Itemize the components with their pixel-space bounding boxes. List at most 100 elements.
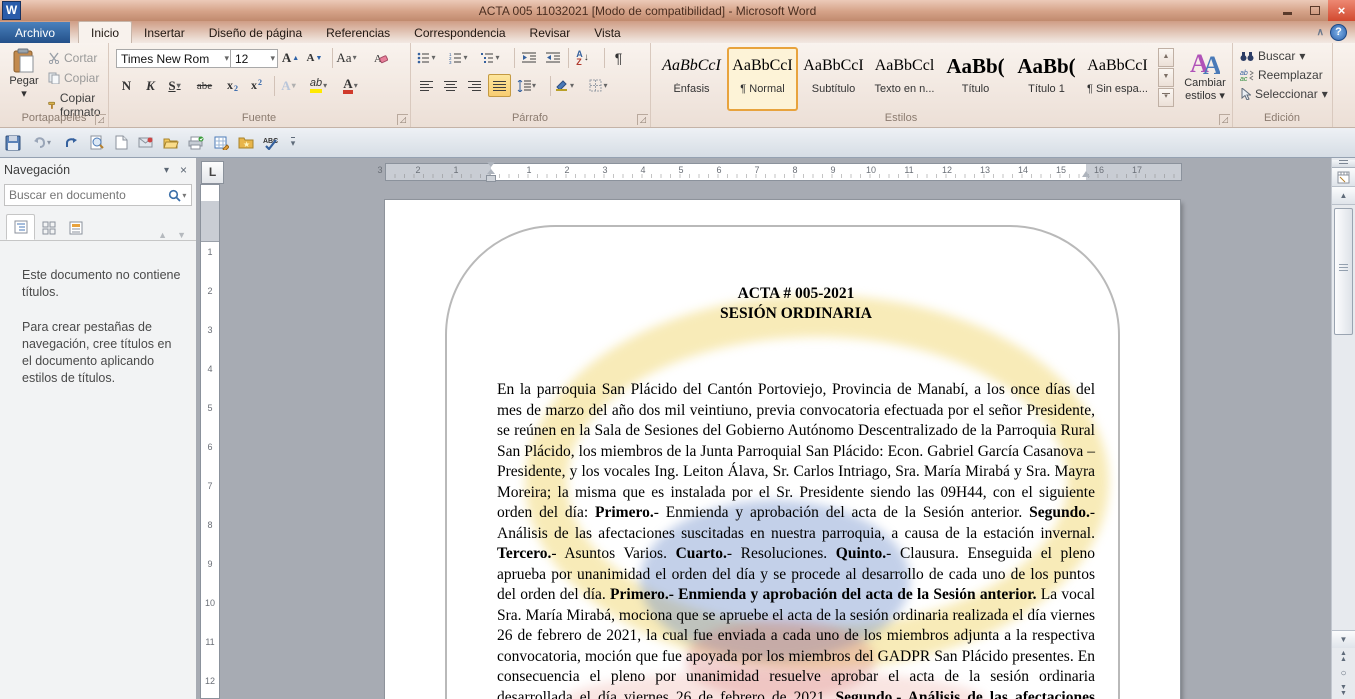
style-chip-título[interactable]: AaBb(Título [940, 47, 1011, 109]
grow-font-button[interactable]: A▲ [280, 47, 301, 68]
highlight-color-button[interactable]: ab▾ [308, 75, 329, 96]
multilevel-list-button[interactable]: ▾ [480, 47, 501, 68]
folder-options-button[interactable]: ★ [235, 132, 257, 154]
nav-tab-results[interactable] [62, 216, 89, 240]
sort-button[interactable]: AZ↓ [572, 47, 593, 68]
style-chip-énfasis[interactable]: AaBbCcIÉnfasis [656, 47, 727, 109]
fuente-dialog-launcher[interactable]: ◿ [397, 114, 408, 125]
cut-button[interactable]: Cortar [48, 51, 97, 65]
split-window-handle[interactable] [1332, 160, 1355, 168]
italic-button[interactable]: K [140, 75, 161, 96]
mail-attachment-button[interactable] [135, 132, 157, 154]
align-left-button[interactable] [416, 75, 437, 96]
style-chip-texto-en-n-[interactable]: AaBbCclTexto en n... [869, 47, 940, 109]
strikethrough-button[interactable]: abe [194, 75, 215, 96]
search-icon[interactable] [168, 189, 182, 202]
change-case-button[interactable]: Aa▾ [336, 47, 357, 68]
document-text[interactable]: ACTA # 005-2021 SESIÓN ORDINARIA En la p… [497, 284, 1095, 699]
nav-tab-pages[interactable] [35, 216, 62, 240]
new-document-button[interactable] [110, 132, 132, 154]
line-spacing-button[interactable]: ▾ [516, 75, 537, 96]
minimize-button[interactable] [1274, 0, 1301, 21]
horizontal-ruler[interactable]: 3211234567891011121314151617 [222, 161, 1332, 183]
borders-button[interactable]: ▾ [588, 75, 609, 96]
previous-page-button[interactable]: ▲▲ [1332, 648, 1355, 665]
replace-button[interactable]: abac Reemplazar [1240, 68, 1323, 82]
subscript-button[interactable]: x2 [222, 75, 243, 96]
font-size-combo[interactable]: 12▾ [230, 49, 278, 68]
style-chip--normal[interactable]: AaBbCcI¶ Normal [727, 47, 798, 111]
toolbar-more-button[interactable]: ▾ [285, 132, 301, 154]
help-icon[interactable]: ? [1330, 24, 1347, 41]
numbering-button[interactable]: 123▾ [448, 47, 469, 68]
scroll-up-icon[interactable]: ▲ [1332, 187, 1355, 205]
redo-button[interactable] [60, 132, 82, 154]
print-preview-button[interactable] [85, 132, 107, 154]
paste-button[interactable]: Pegar▾ [2, 46, 46, 100]
open-button[interactable] [160, 132, 182, 154]
close-button[interactable]: × [1328, 0, 1355, 21]
next-page-button[interactable]: ▼▼ [1332, 682, 1355, 699]
text-effects-button[interactable]: A▾ [278, 75, 299, 96]
nav-prev-icon[interactable]: ▲ [158, 230, 167, 240]
parrafo-dialog-launcher[interactable]: ◿ [637, 114, 648, 125]
tab-stop-selector[interactable]: L [201, 161, 224, 184]
show-paragraph-marks-button[interactable]: ¶ [608, 47, 629, 68]
clear-formatting-button[interactable]: A [370, 47, 391, 68]
change-styles-button[interactable]: A A Cambiarestilos ▾ [1180, 46, 1230, 102]
bold-button[interactable]: N [116, 75, 137, 96]
decrease-indent-button[interactable] [518, 47, 539, 68]
right-indent-marker[interactable] [1082, 171, 1090, 177]
minimize-ribbon-icon[interactable]: ∧ [1317, 27, 1324, 38]
nav-tab-headings[interactable] [6, 214, 35, 240]
align-right-button[interactable] [464, 75, 485, 96]
nav-pane-close-icon[interactable]: × [175, 163, 192, 177]
portapapeles-dialog-launcher[interactable]: ◿ [95, 114, 106, 125]
estilos-dialog-launcher[interactable]: ◿ [1219, 114, 1230, 125]
search-options-dropdown-icon[interactable]: ▾ [182, 191, 191, 200]
document-page[interactable]: ACTA # 005-2021 SESIÓN ORDINARIA En la p… [385, 200, 1180, 699]
styles-gallery-expand-icon[interactable]: ▾ [1158, 88, 1174, 107]
scrollbar-thumb[interactable] [1334, 208, 1353, 335]
font-color-button[interactable]: A▾ [340, 75, 361, 96]
tab-revisar[interactable]: Revisar [518, 22, 583, 43]
nav-pane-menu-icon[interactable]: ▾ [158, 165, 175, 176]
underline-button[interactable]: S▾ [164, 75, 185, 96]
tab-archivo[interactable]: Archivo [0, 22, 70, 43]
tab-inicio[interactable]: Inicio [78, 21, 132, 43]
bullets-button[interactable]: ▾ [416, 47, 437, 68]
style-chip-título-1[interactable]: AaBb(Título 1 [1011, 47, 1082, 109]
find-button[interactable]: Buscar▾ [1240, 49, 1305, 63]
tab-diseno[interactable]: Diseño de página [197, 22, 314, 43]
tab-insertar[interactable]: Insertar [132, 22, 197, 43]
edit-table-button[interactable] [210, 132, 232, 154]
vertical-ruler[interactable]: 123456789101112 [200, 184, 220, 699]
view-ruler-toggle[interactable] [1332, 168, 1355, 187]
style-chip--sin-espa-[interactable]: AaBbCcI¶ Sin espa... [1082, 47, 1153, 109]
word-app-icon[interactable]: W [2, 1, 21, 20]
search-input[interactable] [5, 188, 168, 202]
copy-button[interactable]: Copiar [48, 71, 99, 85]
justify-button[interactable] [488, 74, 511, 97]
nav-next-icon[interactable]: ▼ [177, 230, 186, 240]
align-center-button[interactable] [440, 75, 461, 96]
superscript-button[interactable]: x2 [246, 75, 267, 96]
styles-scroll-up-icon[interactable]: ▲ [1158, 48, 1174, 67]
shading-button[interactable]: ▾ [554, 75, 575, 96]
quick-print-button[interactable] [185, 132, 207, 154]
font-name-combo[interactable]: Times New Rom▾ [116, 49, 232, 68]
select-button[interactable]: Seleccionar▾ [1240, 87, 1328, 101]
increase-indent-button[interactable] [542, 47, 563, 68]
undo-button[interactable]: ▾ [27, 132, 57, 154]
paste-dropdown-icon[interactable]: ▾ [21, 88, 27, 100]
restore-button[interactable] [1301, 0, 1328, 21]
scroll-down-icon[interactable]: ▼ [1332, 630, 1355, 649]
styles-scroll-down-icon[interactable]: ▼ [1158, 68, 1174, 87]
tab-correspondencia[interactable]: Correspondencia [402, 22, 517, 43]
save-button[interactable] [2, 132, 24, 154]
tab-referencias[interactable]: Referencias [314, 22, 402, 43]
shrink-font-button[interactable]: A▼ [304, 47, 325, 68]
left-indent-marker[interactable] [486, 162, 495, 182]
spelling-button[interactable]: ABC [260, 132, 282, 154]
tab-vista[interactable]: Vista [582, 22, 632, 43]
